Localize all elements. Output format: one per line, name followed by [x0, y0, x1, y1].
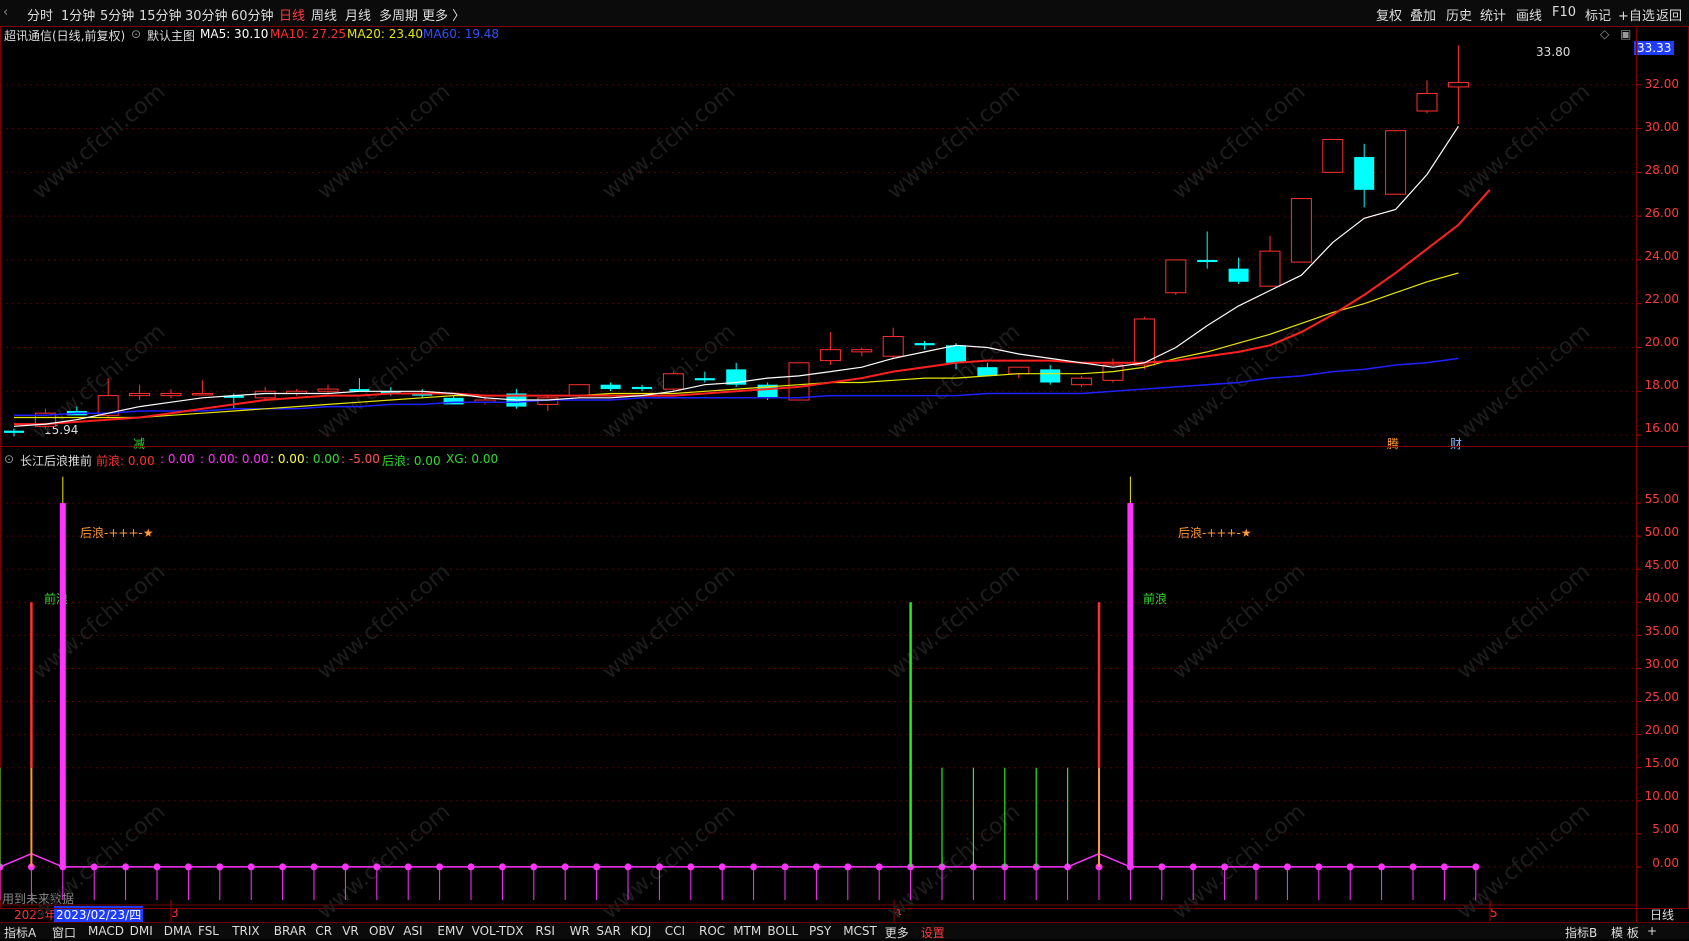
kline-chart[interactable]: www.cfchi.com www.cfchi.com www.cfchi.com w…	[0, 0, 1689, 922]
watermark-text: www.cfchi.com	[1453, 79, 1595, 204]
watermark-text: www.cfchi.com	[883, 79, 1025, 204]
candle-body-up	[851, 349, 873, 353]
candle-body-down	[914, 343, 935, 346]
watermark-text: www.cfchi.com	[883, 319, 1025, 444]
indicator-tab-9[interactable]: VR	[342, 924, 359, 938]
watermark-text: www.cfchi.com	[598, 79, 740, 204]
indicator-tab-16[interactable]: SAR	[596, 924, 620, 938]
indicator-tab-25[interactable]: 设置	[921, 924, 945, 941]
candle-body-up	[1290, 198, 1312, 263]
grid	[0, 26, 1689, 922]
indicator-tab-13[interactable]: VOL-TDX	[472, 924, 524, 938]
indicator-tab-10[interactable]: OBV	[369, 924, 395, 938]
indicator-tab-17[interactable]: KDJ	[631, 924, 652, 938]
candle-body-up	[1447, 82, 1469, 88]
indicator-tab-18[interactable]: CCI	[665, 924, 685, 938]
candle-body-down	[632, 386, 652, 390]
indicator-tab-8[interactable]: CR	[315, 924, 332, 938]
candle-body-up	[819, 349, 841, 362]
candle-body-up	[191, 392, 213, 396]
candle-body-down	[1228, 268, 1249, 282]
bottom-indicator-bar: 指标A 窗口 MACD DMI DMA FSL TRIX BRAR CR VR OBV ASI EMV V…	[0, 922, 1689, 941]
main-pane-frame	[0, 26, 1689, 447]
bottom-right-item-2[interactable]: +	[1647, 924, 1657, 938]
candle-body-down	[946, 345, 966, 363]
watermark-text: www.cfchi.com	[1453, 799, 1595, 922]
candle-body-up	[788, 362, 810, 401]
indicator-tab-2[interactable]: MACD	[88, 924, 124, 938]
watermark-text: www.cfchi.com	[1168, 559, 1310, 684]
indicator-tab-11[interactable]: ASI	[403, 924, 422, 938]
indicator-tab-5[interactable]: FSL	[198, 924, 219, 938]
candle-body-up	[1385, 130, 1407, 195]
watermark-text: www.cfchi.com	[313, 319, 455, 444]
watermark-text: www.cfchi.com	[1453, 559, 1595, 684]
indicator-tab-12[interactable]: EMV	[437, 924, 463, 938]
indicator-tab-7[interactable]: BRAR	[274, 924, 307, 938]
candle-body-down	[4, 430, 24, 433]
indicator-tab-20[interactable]: MTM	[733, 924, 761, 938]
magenta-bar	[59, 503, 66, 867]
indicator-tab-19[interactable]: ROC	[699, 924, 725, 938]
watermark-text: www.cfchi.com	[1453, 319, 1595, 444]
candle-body-up	[1071, 377, 1093, 386]
indicator-tab-6[interactable]: TRIX	[232, 924, 259, 938]
watermark-text: www.cfchi.com	[28, 79, 170, 204]
candle-body-up	[160, 392, 182, 397]
watermark-text: www.cfchi.com	[1168, 799, 1310, 922]
candle-body-up	[568, 384, 590, 397]
candle-body-up	[1322, 138, 1344, 173]
candle-body-up	[1133, 318, 1155, 366]
candle-body-up	[1165, 259, 1187, 294]
watermark-text: www.cfchi.com	[313, 79, 455, 204]
indicator-tab-4[interactable]: DMA	[164, 924, 192, 938]
candle-body-down	[600, 384, 621, 390]
indicator-tab-15[interactable]: WR	[570, 924, 590, 938]
indicator-tab-23[interactable]: MCST	[843, 924, 877, 938]
watermark-text: www.cfchi.com	[883, 799, 1025, 922]
indicator-tab-14[interactable]: RSI	[535, 924, 555, 938]
watermark-text: www.cfchi.com	[313, 799, 455, 922]
ma10-line	[14, 189, 1491, 426]
indicator-tab-21[interactable]: BOLL	[767, 924, 798, 938]
candle-body-up	[129, 392, 151, 397]
candle-body-up	[662, 373, 684, 390]
watermark-text: www.cfchi.com	[28, 559, 170, 684]
candle-body-up	[1416, 92, 1438, 112]
bottom-right-item-0[interactable]: 指标B	[1565, 924, 1597, 941]
indicator-tab-1[interactable]: 窗口	[52, 924, 76, 941]
watermark: www.cfchi.com www.cfchi.com www.cfchi.com w…	[28, 79, 1595, 922]
indicator-tab-0[interactable]: 指标A	[4, 924, 36, 941]
candle-body-up	[317, 388, 339, 392]
candle-body-up	[1259, 250, 1281, 287]
indicator-tab-24[interactable]: 更多	[885, 924, 909, 941]
watermark-text: www.cfchi.com	[598, 559, 740, 684]
indicator-tab-3[interactable]: DMI	[130, 924, 153, 938]
candle-body-down	[694, 378, 715, 381]
watermark-text: www.cfchi.com	[598, 799, 740, 922]
candle-body-down	[1040, 369, 1061, 383]
candle-body-up	[882, 336, 904, 357]
watermark-text: www.cfchi.com	[1168, 79, 1310, 204]
candle-body-down	[977, 367, 998, 376]
candle-body-up	[1008, 366, 1030, 375]
indicator-pane-frame	[0, 446, 1689, 909]
watermark-text: www.cfchi.com	[883, 559, 1025, 684]
watermark-text: www.cfchi.com	[313, 559, 455, 684]
candle-body-down	[1197, 259, 1218, 263]
magenta-bar	[1127, 503, 1134, 867]
indicator-tab-22[interactable]: PSY	[809, 924, 831, 938]
candle-body-down	[1354, 156, 1375, 190]
bottom-right-item-1[interactable]: 模 板	[1611, 924, 1639, 941]
